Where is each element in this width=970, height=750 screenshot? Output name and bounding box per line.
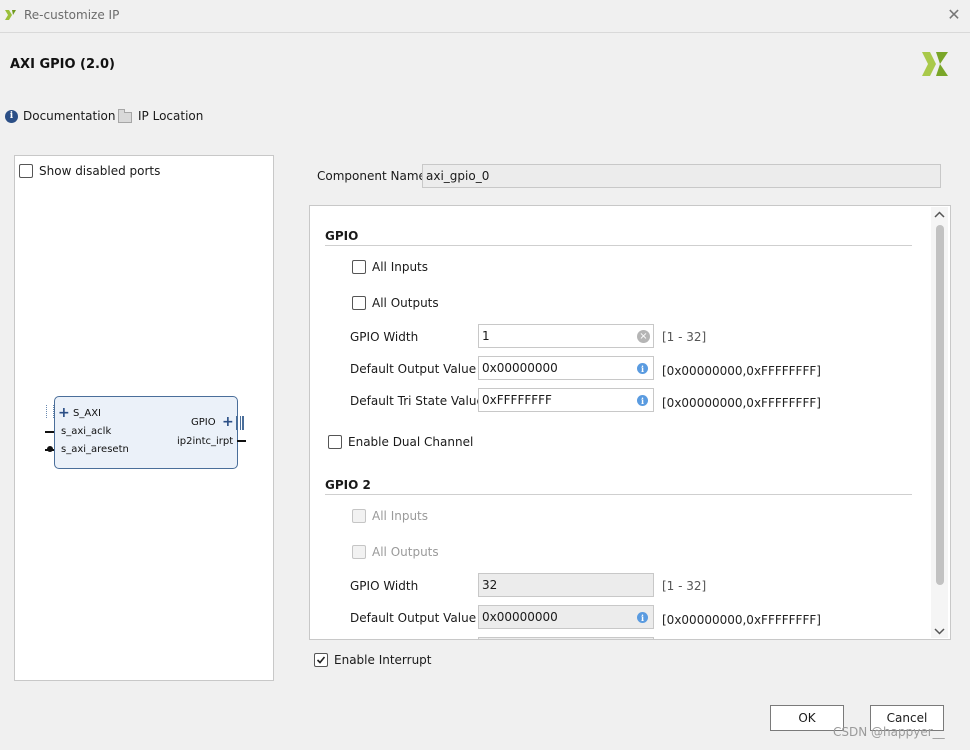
info-icon[interactable]: i bbox=[637, 363, 648, 374]
gpio2-all-inputs-checkbox[interactable]: All Inputs bbox=[352, 509, 428, 523]
all-inputs-label: All Inputs bbox=[372, 260, 429, 274]
gpio2-default-output-range: [0x00000000,0xFFFFFFFF] bbox=[662, 613, 821, 627]
active-low-bubble-icon bbox=[47, 446, 53, 452]
port-label: ip2intc_irpt bbox=[177, 436, 234, 447]
gpio2-width-input[interactable]: 32 bbox=[478, 573, 654, 597]
all-inputs-label: All Inputs bbox=[372, 509, 429, 523]
gpio2-default-output-input[interactable]: 0x00000000 i bbox=[478, 605, 654, 629]
expand-plus-icon[interactable]: + bbox=[58, 406, 70, 420]
bus-connector-icon bbox=[46, 405, 54, 418]
gpio-width-input[interactable]: 1 × bbox=[478, 324, 654, 348]
window-title: Re-customize IP bbox=[24, 8, 120, 22]
info-icon[interactable]: i bbox=[637, 395, 648, 406]
checkbox-box[interactable] bbox=[352, 545, 366, 559]
gpio2-width-label: GPIO Width bbox=[350, 579, 419, 593]
section-title-gpio: GPIO bbox=[325, 229, 359, 243]
default-output-value: 0x00000000 bbox=[482, 361, 558, 375]
show-disabled-ports-label: Show disabled ports bbox=[39, 164, 161, 178]
close-icon[interactable]: ✕ bbox=[946, 5, 962, 25]
gpio2-next-input[interactable] bbox=[478, 637, 654, 639]
xilinx-small-logo-icon bbox=[5, 10, 16, 20]
port-label: S_AXI bbox=[73, 408, 101, 419]
expand-plus-icon[interactable]: + bbox=[222, 415, 234, 429]
gpio2-default-output-value: 0x00000000 bbox=[482, 610, 558, 624]
section-divider bbox=[325, 245, 912, 246]
scrollbar[interactable] bbox=[931, 207, 948, 638]
gpio2-all-outputs-checkbox[interactable]: All Outputs bbox=[352, 545, 439, 559]
default-tri-state-input[interactable]: 0xFFFFFFFF i bbox=[478, 388, 654, 412]
enable-interrupt-checkbox[interactable]: Enable Interrupt bbox=[314, 653, 432, 667]
scroll-up-icon[interactable] bbox=[934, 211, 945, 219]
page-title: AXI GPIO (2.0) bbox=[10, 57, 115, 72]
default-tri-state-range: [0x00000000,0xFFFFFFFF] bbox=[662, 396, 821, 410]
info-icon: i bbox=[5, 109, 18, 123]
watermark: CSDN @happyer__ bbox=[833, 725, 945, 739]
bus-connector-line bbox=[240, 416, 241, 430]
port-line bbox=[45, 431, 54, 433]
checkbox-box[interactable] bbox=[352, 260, 366, 274]
scroll-down-icon[interactable] bbox=[934, 627, 945, 635]
enable-dual-channel-label: Enable Dual Channel bbox=[348, 435, 474, 449]
configuration-panel: GPIO All Inputs All Outputs GPIO Width 1… bbox=[309, 205, 951, 640]
default-output-label: Default Output Value bbox=[350, 362, 477, 376]
show-disabled-ports-checkbox[interactable]: Show disabled ports bbox=[19, 164, 160, 178]
gpio2-default-output-label: Default Output Value bbox=[350, 611, 477, 625]
gpio-width-label: GPIO Width bbox=[350, 330, 419, 344]
xilinx-logo-icon bbox=[922, 52, 948, 76]
default-output-range: [0x00000000,0xFFFFFFFF] bbox=[662, 364, 821, 378]
clear-icon[interactable]: × bbox=[637, 330, 650, 343]
all-outputs-label: All Outputs bbox=[372, 296, 439, 310]
checkbox-box[interactable] bbox=[19, 164, 33, 178]
documentation-link[interactable]: i Documentation bbox=[5, 109, 116, 123]
gpio-all-inputs-checkbox[interactable]: All Inputs bbox=[352, 260, 428, 274]
scrollbar-thumb[interactable] bbox=[936, 225, 944, 585]
title-bar: Re-customize IP ✕ bbox=[0, 0, 970, 33]
section-divider bbox=[325, 494, 912, 495]
port-label: s_axi_aclk bbox=[61, 426, 112, 437]
checkbox-box[interactable] bbox=[352, 509, 366, 523]
port-label: s_axi_aresetn bbox=[61, 444, 129, 455]
check-icon bbox=[316, 656, 326, 664]
checkbox-box[interactable] bbox=[352, 296, 366, 310]
default-tri-state-value: 0xFFFFFFFF bbox=[482, 393, 552, 407]
port-line bbox=[237, 440, 246, 442]
default-tri-state-label: Default Tri State Value bbox=[350, 394, 484, 408]
documentation-label: Documentation bbox=[23, 109, 116, 123]
component-name-input[interactable]: axi_gpio_0 bbox=[422, 164, 941, 188]
checkbox-box[interactable] bbox=[328, 435, 342, 449]
gpio2-width-range: [1 - 32] bbox=[662, 579, 707, 593]
gpio-width-value: 1 bbox=[482, 329, 490, 343]
component-name-label: Component Name bbox=[317, 169, 426, 183]
section-title-gpio2: GPIO 2 bbox=[325, 478, 371, 492]
port-label: GPIO bbox=[191, 417, 216, 428]
all-outputs-label: All Outputs bbox=[372, 545, 439, 559]
folder-icon bbox=[118, 108, 132, 123]
ip-location-link[interactable]: IP Location bbox=[118, 108, 204, 123]
info-icon[interactable]: i bbox=[637, 612, 648, 623]
default-output-input[interactable]: 0x00000000 i bbox=[478, 356, 654, 380]
enable-interrupt-label: Enable Interrupt bbox=[334, 653, 432, 667]
checkbox-box[interactable] bbox=[314, 653, 328, 667]
gpio-width-range: [1 - 32] bbox=[662, 330, 707, 344]
ip-location-label: IP Location bbox=[138, 109, 204, 123]
gpio-all-outputs-checkbox[interactable]: All Outputs bbox=[352, 296, 439, 310]
enable-dual-channel-checkbox[interactable]: Enable Dual Channel bbox=[328, 435, 473, 449]
